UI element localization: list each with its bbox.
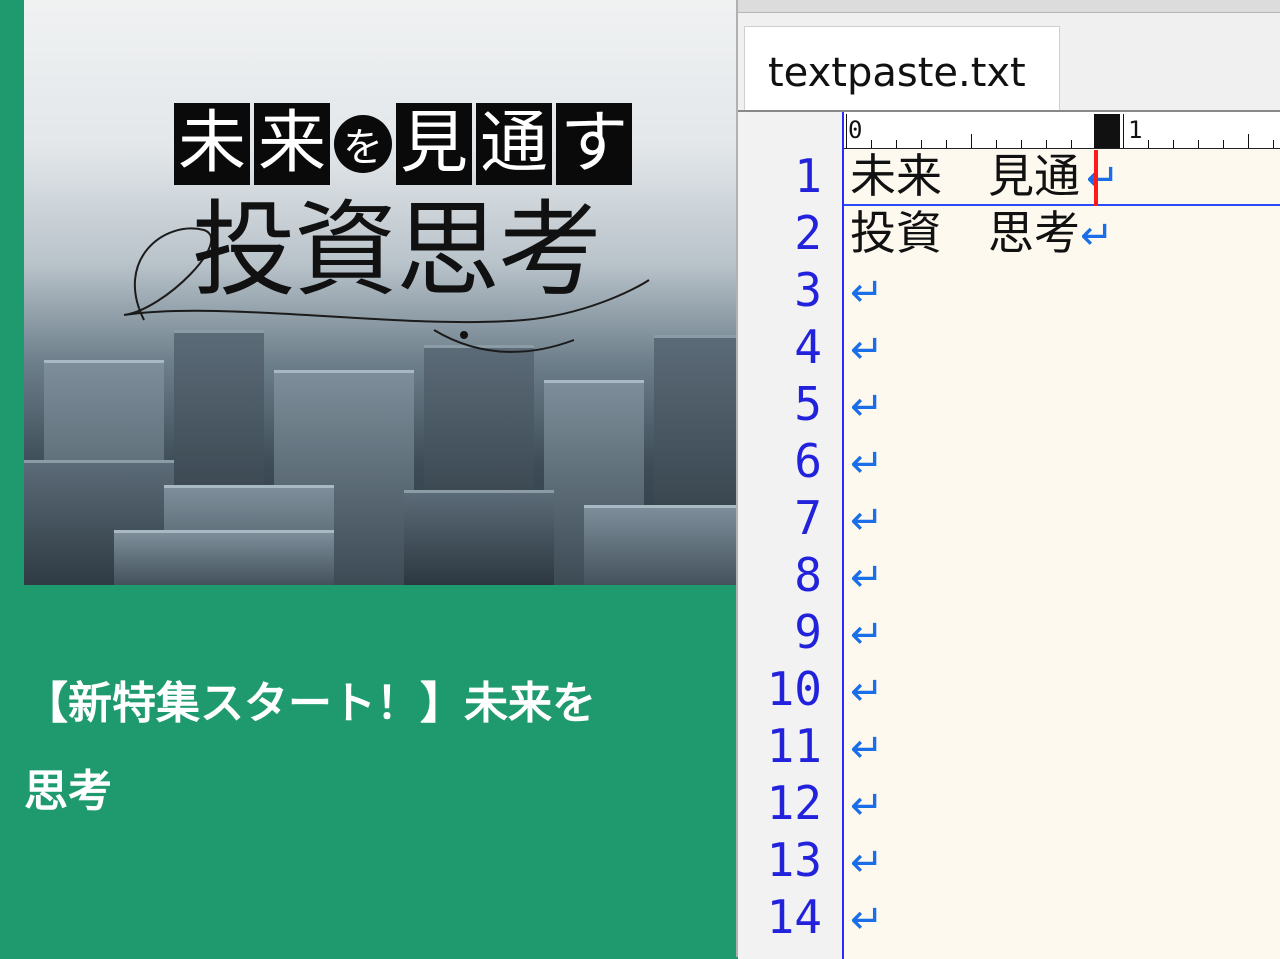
editor-text-area[interactable]: 0 1 1 2 3 4 5 6 7 8 9 10 11 12 13 14 未来 … <box>738 110 1280 959</box>
eol-mark: ↵ <box>850 498 884 544</box>
text-line[interactable]: ↵ <box>850 604 884 661</box>
column-ruler[interactable]: 0 1 <box>844 112 1280 149</box>
text-line[interactable]: 未来 見通 ↵ <box>850 148 1120 205</box>
hero-title-char: 通 <box>476 103 553 185</box>
text-line[interactable]: ↵ <box>850 547 884 604</box>
text-line[interactable]: 投資 思考↵ <box>850 205 1114 262</box>
eol-mark: ↵ <box>850 441 884 487</box>
line-number: 3 <box>794 263 822 317</box>
eol-mark: ↵ <box>850 384 884 430</box>
ruler-label-1: 1 <box>1128 116 1143 144</box>
eol-mark: ↵ <box>850 669 884 715</box>
eol-mark: ↵ <box>850 840 884 886</box>
hero-title-char: 見 <box>396 103 473 185</box>
hero-image[interactable]: 未 来 を 見 通 す 投資思考 <box>24 0 736 585</box>
eol-mark: ↵ <box>850 897 884 943</box>
text-line[interactable]: ↵ <box>850 433 884 490</box>
article-headline[interactable]: 【新特集スタート！】未来を 思考 <box>24 660 736 836</box>
line-text: 投資 思考 <box>850 206 1080 260</box>
line-number: 10 <box>766 662 822 716</box>
line-number: 2 <box>794 206 822 260</box>
text-line[interactable]: ↵ <box>850 775 884 832</box>
city-block <box>584 505 736 585</box>
eol-mark: ↵ <box>850 783 884 829</box>
line-text: 未来 見通 <box>850 149 1080 203</box>
text-line[interactable]: ↵ <box>850 376 884 433</box>
eol-mark: ↵ <box>850 726 884 772</box>
eol-mark: ↵ <box>1080 213 1114 259</box>
text-line[interactable]: ↵ <box>850 832 884 889</box>
editor-toolbar-edge <box>738 0 1280 13</box>
line-number: 8 <box>794 548 822 602</box>
hero-subtitle: 投資思考 <box>192 189 602 311</box>
line-number: 14 <box>766 890 822 944</box>
line-number: 1 <box>794 149 822 203</box>
text-editor-window: textpaste.txt 0 1 1 2 3 4 5 6 7 8 9 10 1… <box>736 0 1280 959</box>
line-number: 6 <box>794 434 822 488</box>
eol-mark: ↵ <box>850 555 884 601</box>
hero-title-char: を <box>334 115 393 173</box>
tab-label: textpaste.txt <box>768 50 1026 96</box>
text-caret <box>1094 150 1098 206</box>
line-number: 13 <box>766 833 822 887</box>
hero-title: 未 来 を 見 通 す <box>174 102 633 186</box>
hero-title-char: す <box>556 103 633 185</box>
web-page: 未 来 を 見 通 す 投資思考 【新特集スタート！】未来を 思考 <box>0 0 736 957</box>
line-number: 7 <box>794 491 822 545</box>
line-number: 12 <box>766 776 822 830</box>
eol-mark: ↵ <box>850 327 884 373</box>
city-block <box>114 530 334 585</box>
text-line[interactable]: ↵ <box>850 889 884 946</box>
text-line[interactable]: ↵ <box>850 262 884 319</box>
eol-mark: ↵ <box>1086 156 1120 202</box>
line-number: 9 <box>794 605 822 659</box>
line-number: 5 <box>794 377 822 431</box>
line-number: 4 <box>794 320 822 374</box>
text-line[interactable]: ↵ <box>850 490 884 547</box>
hero-title-char: 来 <box>254 103 331 185</box>
hero-title-char: 未 <box>174 103 251 185</box>
line-number: 11 <box>766 719 822 773</box>
text-line[interactable]: ↵ <box>850 661 884 718</box>
gutter-divider <box>842 112 844 959</box>
ruler-cursor-marker <box>1094 114 1120 148</box>
eol-mark: ↵ <box>850 270 884 316</box>
city-block <box>404 490 554 585</box>
text-line[interactable]: ↵ <box>850 718 884 775</box>
eol-mark: ↵ <box>850 612 884 658</box>
ruler-label-0: 0 <box>848 116 863 144</box>
text-line[interactable]: ↵ <box>850 319 884 376</box>
current-line-underline <box>844 204 1280 206</box>
